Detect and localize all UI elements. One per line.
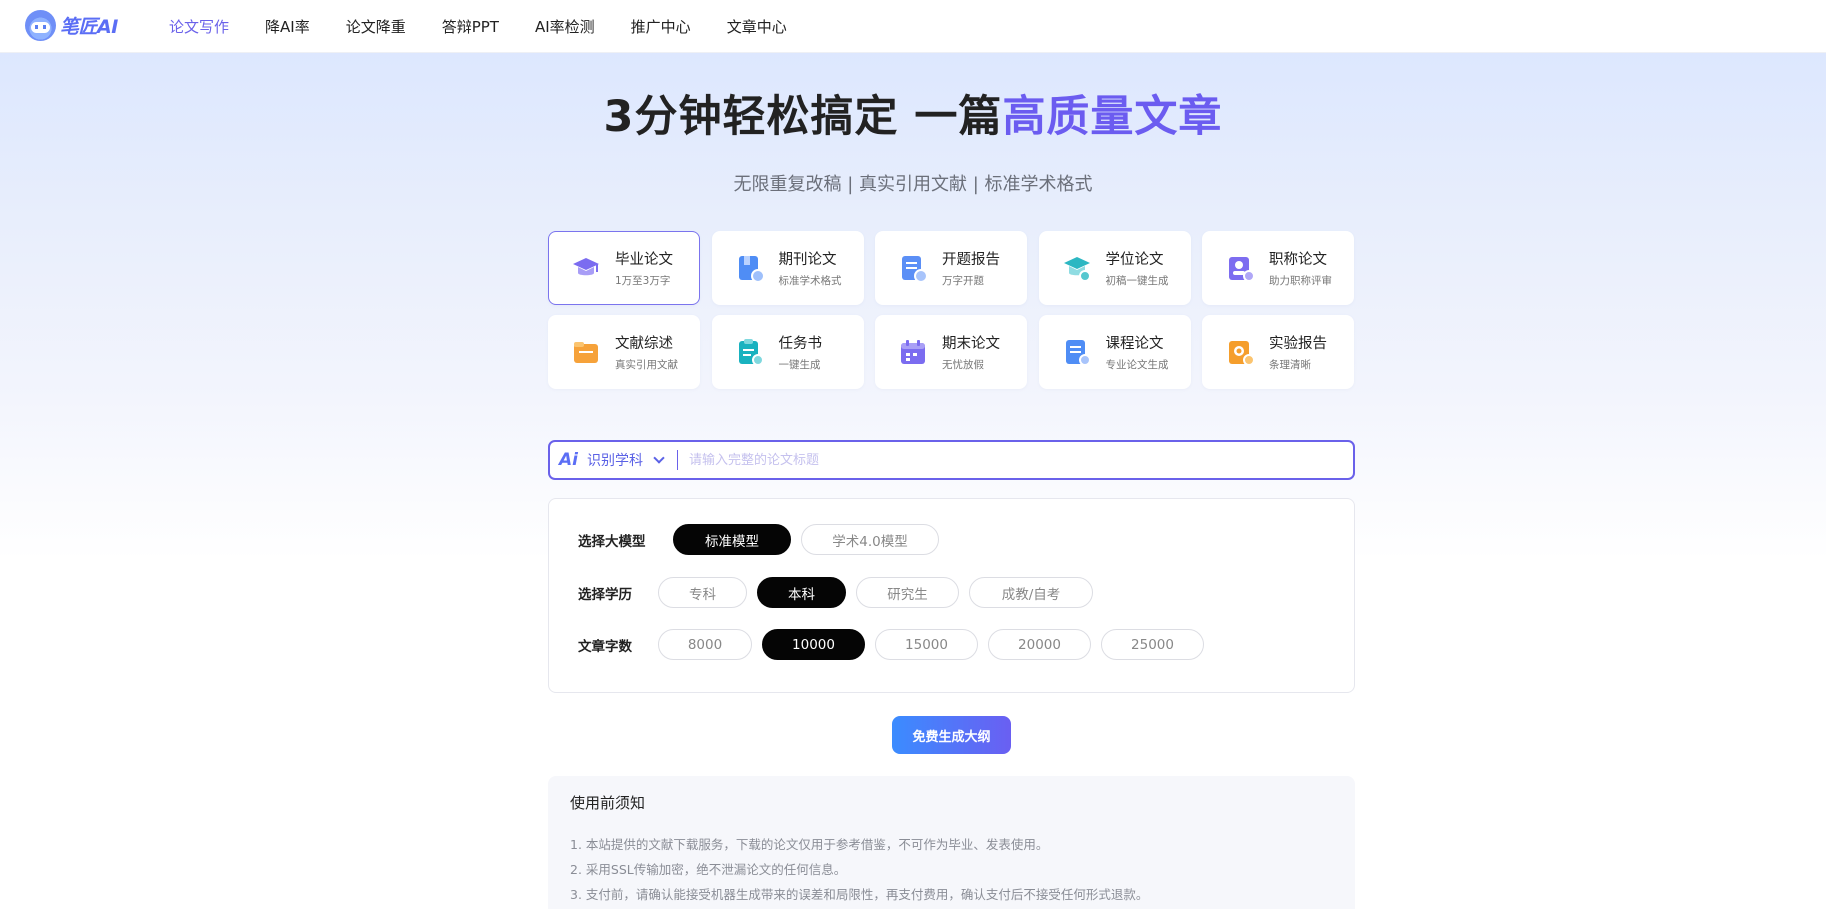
lab-report-icon: [1225, 337, 1255, 367]
degree-cap-icon: [1062, 253, 1092, 283]
card-title: 期刊论文: [778, 252, 837, 268]
card-title: 实验报告: [1269, 336, 1327, 352]
word-count-pill-10000[interactable]: 10000: [762, 629, 865, 660]
model-pill-standard[interactable]: 标准模型: [673, 524, 791, 555]
paper-type-card[interactable]: 文献综述真实引用文献: [548, 315, 700, 389]
paper-type-grid: 毕业论文 1万至3万字 期刊论文标准学术格式 开题报告万字开题 学位论文初稿一键生…: [548, 231, 1355, 389]
subject-selector[interactable]: 识别学科: [587, 450, 643, 470]
paper-type-card[interactable]: 期末论文 无忧放假: [875, 315, 1027, 389]
hero-title: 3分钟轻松搞定 一篇高质量文章: [0, 82, 1826, 144]
word-count-pill-25000[interactable]: 25000: [1101, 629, 1204, 660]
word-count-option-label: 文章字数: [578, 638, 632, 655]
card-title: 学位论文: [1105, 252, 1164, 268]
literature-folder-icon: [571, 337, 601, 367]
paper-title-input[interactable]: [689, 445, 1343, 475]
top-navigation-bar: 笔匠AI 论文写作 降AI率 论文降重 答辩PPT AI率检测 推广中心 文章中…: [0, 0, 1826, 53]
paper-type-card[interactable]: 毕业论文 1万至3万字: [548, 231, 700, 305]
brand-name: 笔匠AI: [60, 16, 118, 38]
card-desc: 一键生成: [778, 359, 821, 371]
model-option-row: 选择大模型 标准模型 学术4.0模型: [578, 524, 949, 555]
word-count-pill-15000[interactable]: 15000: [875, 629, 978, 660]
card-title: 期末论文: [942, 336, 1000, 352]
hero-title-main: 3分钟轻松搞定 一篇: [603, 92, 1003, 142]
usage-notice: 使用前须知 1. 本站提供的文献下载服务，下载的论文仅用于参考借鉴，不可作为毕业…: [548, 776, 1355, 909]
card-desc: 万字开题: [942, 275, 984, 287]
title-badge-icon: [1225, 253, 1255, 283]
nav-item-plagiarism-reduction[interactable]: 论文降重: [346, 16, 406, 37]
nav-item-article-center[interactable]: 文章中心: [727, 16, 787, 37]
card-desc: 标准学术格式: [778, 275, 842, 287]
notice-item: 2. 采用SSL传输加密，绝不泄漏论文的任何信息。: [570, 862, 847, 877]
calendar-icon: [898, 337, 928, 367]
paper-type-card[interactable]: 学位论文初稿一键生成: [1038, 231, 1191, 305]
task-clipboard-icon: [735, 337, 765, 367]
journal-book-icon: [735, 253, 765, 283]
ai-sparkle-icon: Ai: [559, 450, 578, 470]
card-desc: 助力职称评审: [1269, 275, 1332, 287]
nav-item-paper-writing[interactable]: 论文写作: [169, 16, 229, 37]
notice-item: 1. 本站提供的文献下载服务，下载的论文仅用于参考借鉴，不可作为毕业、发表使用。: [570, 837, 1049, 852]
word-count-option-row: 文章字数 8000 10000 15000 20000 25000: [578, 629, 1214, 660]
hero-title-accent: 高质量文章: [1002, 92, 1223, 142]
paper-type-card[interactable]: 实验报告 条理清晰: [1202, 315, 1354, 389]
card-title: 职称论文: [1269, 252, 1327, 268]
education-pill-junior-college[interactable]: 专科: [658, 577, 747, 608]
card-desc: 初稿一键生成: [1105, 275, 1169, 287]
paper-type-card[interactable]: 职称论文助力职称评审: [1202, 231, 1354, 305]
education-pill-adult-education[interactable]: 成教/自考: [969, 577, 1093, 608]
nav-item-promotion-center[interactable]: 推广中心: [631, 16, 691, 37]
card-title: 开题报告: [942, 252, 1000, 268]
chevron-down-icon[interactable]: [653, 451, 665, 464]
card-title: 任务书: [778, 336, 823, 352]
model-pill-academic-4[interactable]: 学术4.0模型: [801, 524, 939, 555]
card-desc: 条理清晰: [1269, 359, 1311, 371]
nav-item-reduce-ai-rate[interactable]: 降AI率: [265, 16, 310, 37]
card-desc: 真实引用文献: [615, 359, 678, 371]
education-pill-bachelor[interactable]: 本科: [757, 577, 846, 608]
notice-item: 3. 支付前，请确认能接受机器生成带来的误差和局限性，再支付费用，确认支付后不接…: [570, 887, 1149, 902]
model-option-label: 选择大模型: [578, 533, 646, 550]
brand-logo[interactable]: 笔匠AI: [25, 10, 118, 41]
paper-type-card[interactable]: 任务书 一键生成: [711, 315, 864, 389]
card-desc: 无忧放假: [942, 359, 984, 371]
main-nav: 论文写作 降AI率 论文降重 答辩PPT AI率检测 推广中心 文章中心: [169, 0, 823, 53]
education-pill-graduate[interactable]: 研究生: [856, 577, 959, 608]
paper-title-bar: Ai 识别学科: [548, 440, 1355, 480]
robot-logo-icon: [25, 10, 56, 41]
paper-type-card[interactable]: 期刊论文标准学术格式: [711, 231, 864, 305]
nav-item-defense-ppt[interactable]: 答辩PPT: [442, 16, 499, 37]
report-doc-icon: [898, 253, 928, 283]
generate-outline-button[interactable]: 免费生成大纲: [892, 716, 1011, 754]
word-count-pill-8000[interactable]: 8000: [658, 629, 752, 660]
card-title: 文献综述: [615, 336, 673, 352]
paper-type-card[interactable]: 开题报告 万字开题: [875, 231, 1027, 305]
card-desc: 专业论文生成: [1105, 359, 1169, 371]
graduation-cap-icon: [571, 253, 601, 283]
input-divider: [677, 450, 678, 470]
notice-title: 使用前须知: [570, 794, 646, 812]
nav-item-ai-detection[interactable]: AI率检测: [535, 16, 595, 37]
card-title: 课程论文: [1105, 336, 1164, 352]
course-doc-icon: [1062, 337, 1092, 367]
paper-type-card[interactable]: 课程论文专业论文生成: [1038, 315, 1191, 389]
word-count-pill-20000[interactable]: 20000: [988, 629, 1091, 660]
education-option-row: 选择学历 专科 本科 研究生 成教/自考: [578, 577, 1103, 608]
hero-subtitle: 无限重复改稿 | 真实引用文献 | 标准学术格式: [733, 174, 1093, 195]
card-desc: 1万至3万字: [615, 275, 671, 287]
generation-options-panel: 选择大模型 标准模型 学术4.0模型 选择学历 专科 本科 研究生 成教/自考 …: [548, 498, 1355, 693]
card-title: 毕业论文: [615, 252, 673, 268]
education-option-label: 选择学历: [578, 586, 632, 603]
